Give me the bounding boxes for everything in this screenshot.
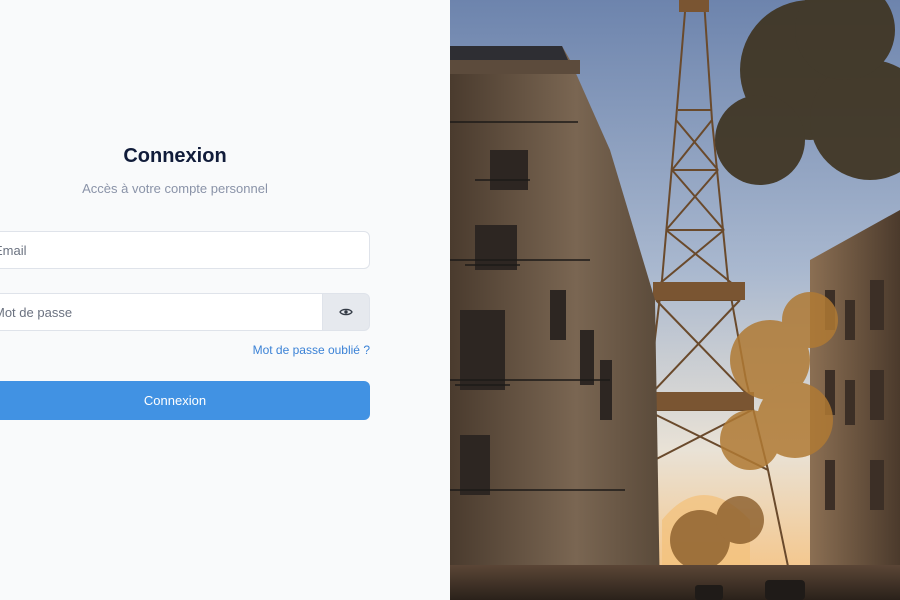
- eiffel-tower-photo: [450, 0, 900, 600]
- login-panel: Connexion Accès à votre compte personnel…: [0, 0, 450, 600]
- forgot-password-link[interactable]: Mot de passe oublié ?: [253, 343, 370, 357]
- page-title: Connexion: [123, 145, 227, 167]
- login-page: Connexion Accès à votre compte personnel…: [0, 0, 900, 600]
- login-button[interactable]: Connexion: [0, 381, 370, 420]
- password-input[interactable]: [0, 293, 323, 331]
- eye-icon: [339, 308, 353, 316]
- toggle-password-button[interactable]: [322, 293, 370, 331]
- password-group: [0, 293, 370, 331]
- email-input[interactable]: [0, 231, 370, 269]
- page-subtitle: Accès à votre compte personnel: [82, 181, 268, 196]
- hero-image: [450, 0, 900, 600]
